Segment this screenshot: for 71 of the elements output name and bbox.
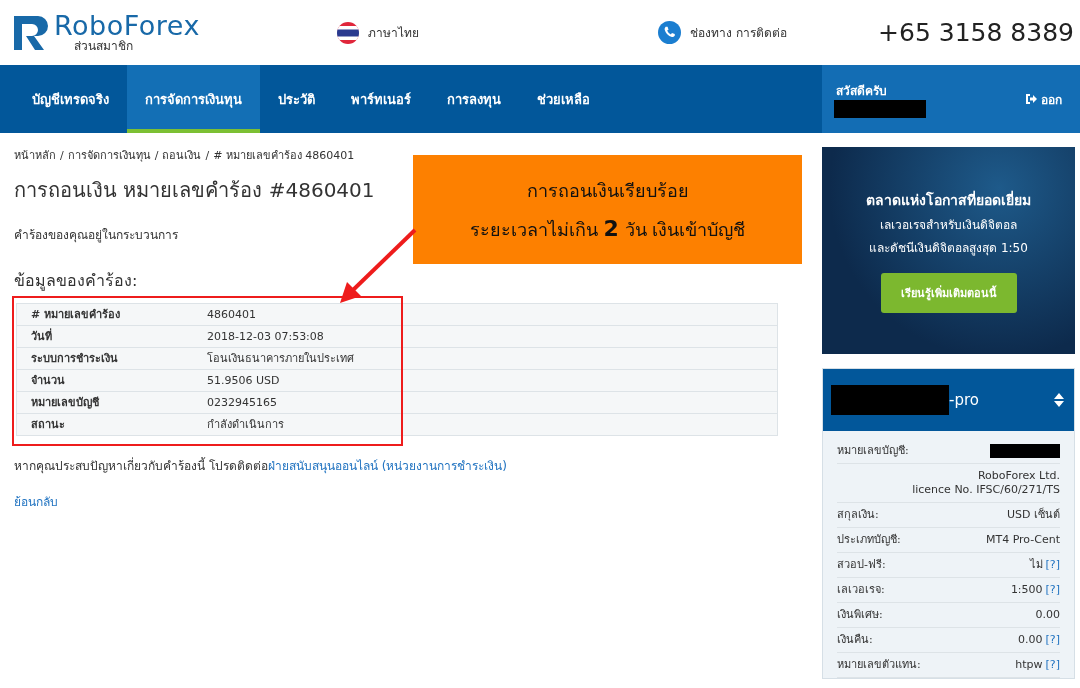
detail-value: 0232945165 [193,391,778,414]
promo-title: ตลาดแห่งโอกาสที่ยอดเยี่ยม [866,189,1031,210]
page-title: การถอนเงิน หมายเลขคำร้อง #4860401 [14,177,375,203]
detail-value: 4860401 [193,303,778,326]
account-name: -pro [949,391,980,409]
help-text: หากคุณประสบปัญหาเกี่ยวกับคำร้องนี้ โปรดติดต่อฝ่ายสนับสนุนออนไลน์ (หน่วยงานการชำระเงิน) [14,458,507,474]
logo-subtitle: ส่วนสมาชิก [74,40,134,53]
nav-tab[interactable]: ช่วยเหลือ [519,65,608,133]
account-label: สวอป-ฟรี: [837,558,886,572]
detail-label: วันที่ [16,325,193,348]
section-title: ข้อมูลของคำร้อง: [14,271,138,291]
account-value: MT4 Pro-Cent [985,533,1060,547]
help-link[interactable]: [?] [1045,633,1060,647]
account-label: ประเภทบัญชี: [837,533,901,547]
flag-icon [337,21,359,44]
breadcrumb-separator: / [154,149,159,163]
breadcrumb-link[interactable]: หน้าหลัก [14,149,56,163]
redaction-block [990,444,1060,458]
language-link[interactable]: ภาษาไทย [368,23,419,42]
nav-tab[interactable]: การจัดการเงินทุน [127,65,260,133]
promo-subtitle: และดัชนีเงินดิจิตอลสูงสุด 1:50 [869,240,1028,257]
breadcrumb-separator: / [205,149,210,163]
account-value: htpw [1015,658,1043,672]
account-label: สกุลเงิน: [837,508,879,522]
detail-value: 2018-12-03 07:53:08 [193,325,778,348]
back-link[interactable]: ย้อนกลับ [14,494,58,510]
support-link[interactable]: ฝ่ายสนับสนุนออนไลน์ (หน่วยงานการชำระเงิน) [267,459,507,473]
help-link[interactable]: [?] [1045,658,1060,672]
detail-value: โอนเงินธนาคารภายในประเทศ [193,347,778,370]
account-value: USD เซ็นต์ [1007,508,1060,522]
help-link[interactable]: [?] [1045,583,1060,597]
logo-text: RoboForex [54,12,200,40]
detail-label: หมายเลขบัญชี [16,391,193,414]
status-text: คำร้องของคุณอยู่ในกระบวนการ [14,227,178,243]
breadcrumb-link[interactable]: การจัดการเงินทุน [67,149,151,163]
detail-label: สถานะ [16,413,193,436]
phone-number: +65 3158 8389 [878,18,1074,47]
breadcrumb-separator: / [60,149,64,163]
detail-value: 51.9506 USD [193,369,778,392]
nav-tab[interactable]: พาร์ทเนอร์ [333,65,429,133]
detail-value: กำลังดำเนินการ [193,413,778,436]
account-label: เงินพิเศษ: [837,608,883,622]
sort-icon[interactable] [1054,393,1064,407]
nav-tab[interactable]: การลงทุน [429,65,519,133]
account-value: 1:500 [1010,583,1043,597]
nav-tab[interactable]: บัญชีเทรดจริง [14,65,127,133]
detail-label: จำนวน [16,369,193,392]
license-text: licence No. IFSC/60/271/TS [912,483,1060,497]
phone-icon [658,21,681,44]
license-text: RoboForex Ltd. [977,469,1060,483]
promo-subtitle: เลเวอเรจสำหรับเงินดิจิตอล [880,217,1017,234]
detail-label: ระบบการชำระเงิน [16,347,193,370]
detail-label: # หมายเลขคำร้อง [16,303,193,326]
account-label: หมายเลขบัญชี: [837,444,909,458]
greeting-text: สวัสดีครับ [836,82,888,100]
account-label: เงินคืน: [837,633,873,647]
nav-tab[interactable]: ประวัติ [260,65,333,133]
breadcrumb-link[interactable]: ถอนเงิน [162,149,202,163]
account-label: เลเวอเรจ: [837,583,885,597]
account-value: 0.00 [1018,633,1043,647]
logout-icon [1026,94,1037,104]
account-value: 0.00 [1035,608,1060,622]
breadcrumb-link[interactable]: # หมายเลขคำร้อง 4860401 [213,149,355,163]
logo-icon [14,15,48,50]
account-value: ไม่ [1029,558,1043,572]
annotation-text: ระยะเวลาไม่เกิน 2 วัน เงินเข้าบัญชี [469,214,746,243]
logout-link[interactable]: ออก [1026,89,1062,109]
annotation-text: การถอนเงินเรียบร้อย [526,178,689,203]
help-link[interactable]: [?] [1045,558,1060,572]
account-label: หมายเลขตัวแทน: [837,658,921,672]
contact-link[interactable]: ช่องทาง การติดต่อ [690,23,787,42]
